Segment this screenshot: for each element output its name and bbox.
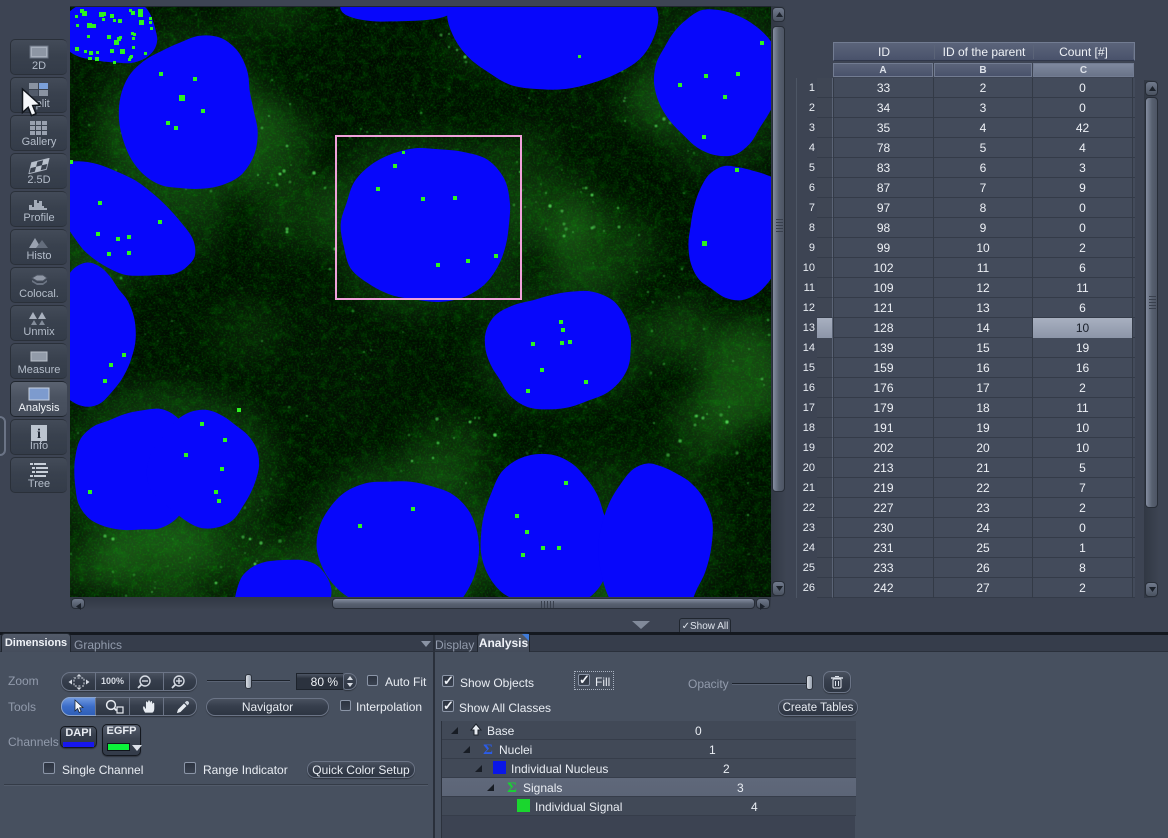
svg-text:Σ: Σ	[483, 742, 493, 756]
svg-text:Σ: Σ	[507, 780, 517, 794]
